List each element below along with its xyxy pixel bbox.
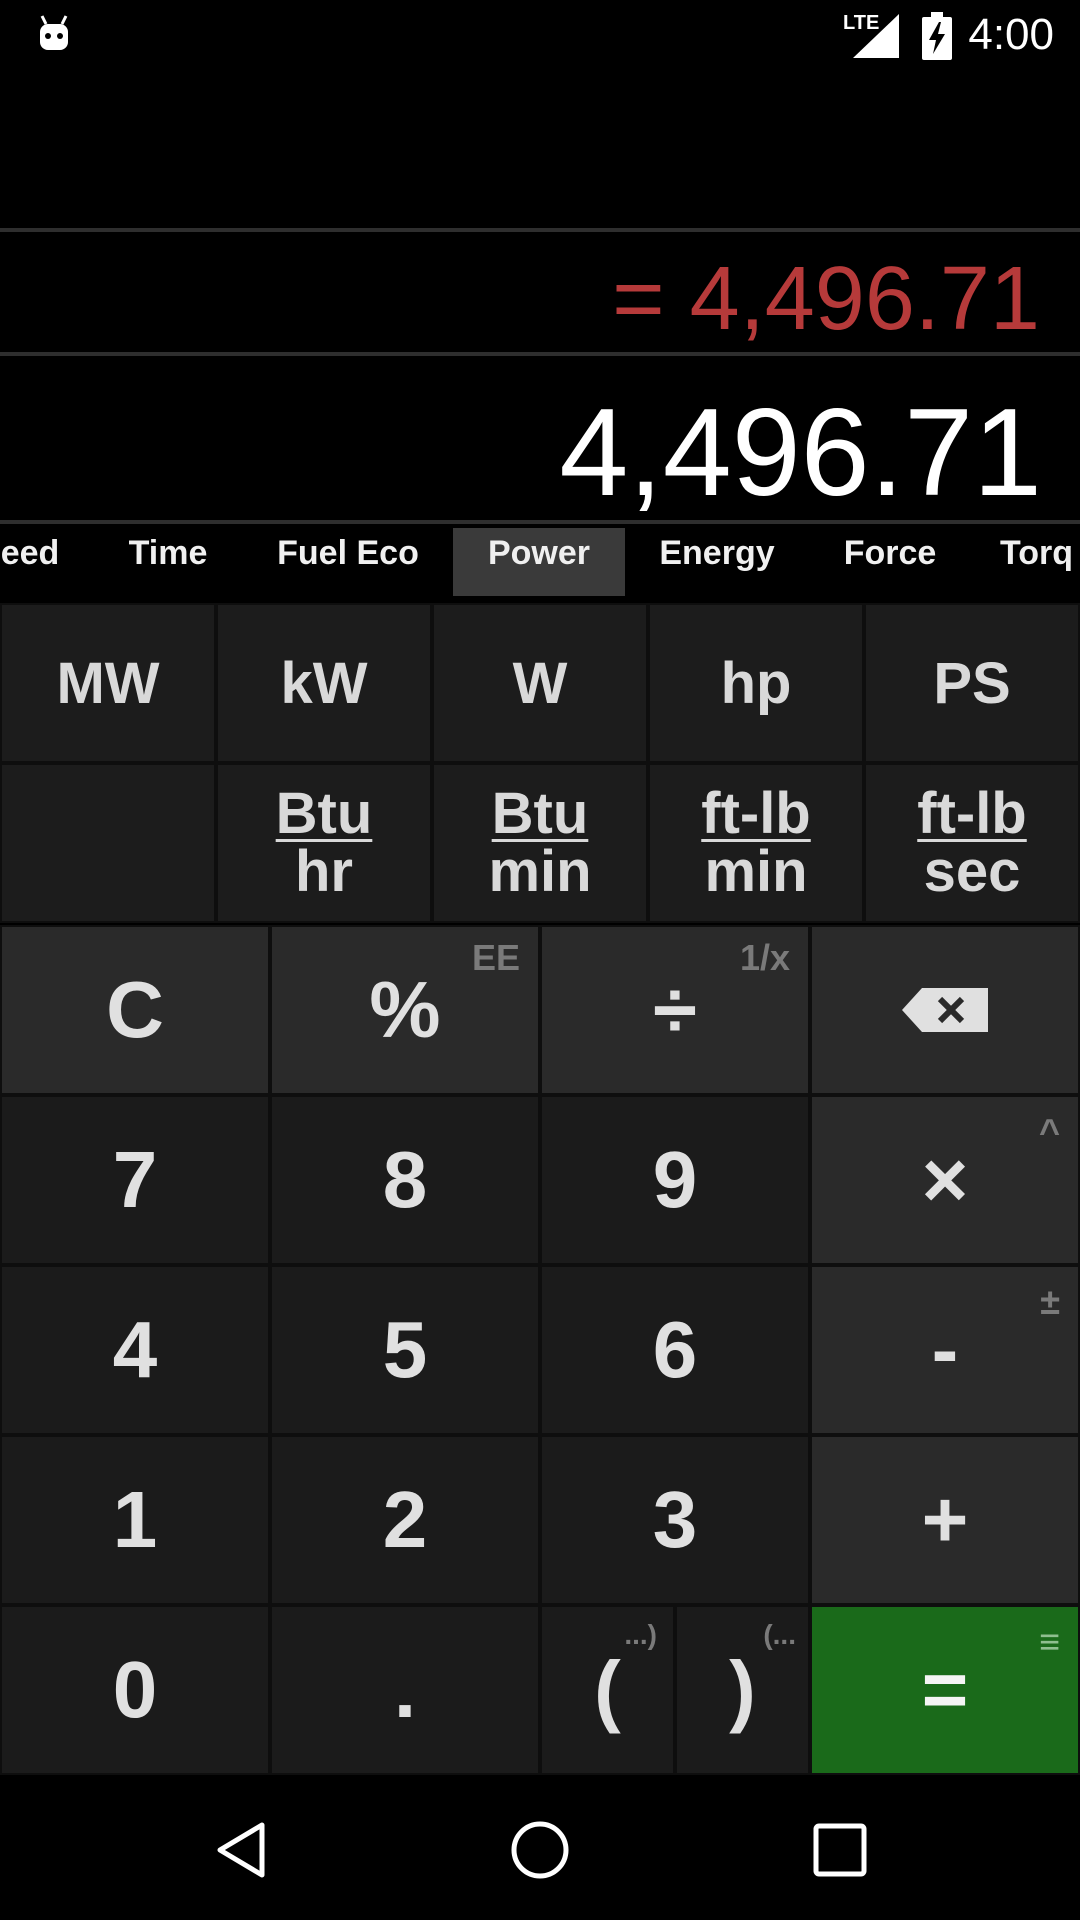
digit-1-button[interactable]: 1 xyxy=(0,1435,270,1605)
tab-time[interactable]: Time xyxy=(110,528,226,596)
divide-label: ÷ xyxy=(653,965,697,1054)
unit-numerator: Btu xyxy=(491,781,589,846)
decimal-point-button[interactable]: . xyxy=(270,1605,540,1775)
tab-energy[interactable]: Energy xyxy=(650,528,784,596)
unit-numerator: ft-lb xyxy=(917,781,1027,846)
battery-charging-icon xyxy=(922,12,952,60)
unit-denominator: hr xyxy=(295,839,353,904)
tab-fuel-economy[interactable]: Fuel Eco xyxy=(268,528,428,596)
digit-7-button[interactable]: 7 xyxy=(0,1095,270,1265)
close-parenthesis-sublabel: (... xyxy=(763,1619,796,1650)
close-parenthesis-button[interactable]: ) (... xyxy=(675,1605,810,1775)
tab-speed[interactable]: eed xyxy=(0,528,70,596)
android-notification-icon xyxy=(40,15,68,50)
home-icon[interactable] xyxy=(510,1820,570,1880)
display-divider-middle xyxy=(0,352,1080,356)
equals-label: = xyxy=(921,1645,969,1734)
unit-empty-slot xyxy=(0,763,216,923)
open-parenthesis-button[interactable]: ( ...) xyxy=(540,1605,675,1775)
open-parenthesis-sublabel: ...) xyxy=(624,1619,657,1650)
unit-ftlb-min-button[interactable]: ft-lb min xyxy=(648,763,864,923)
percent-button[interactable]: % EE xyxy=(270,925,540,1095)
unit-btu-hr-button[interactable]: Btu hr xyxy=(216,763,432,923)
reciprocal-sublabel: 1/x xyxy=(739,937,790,978)
unit-mw-button[interactable]: MW xyxy=(0,603,216,763)
unit-btu-min-button[interactable]: Btu min xyxy=(432,763,648,923)
status-bar: LTE 4:00 xyxy=(0,0,1080,72)
expression-display: = 4,496.71 xyxy=(612,249,1040,349)
plus-button[interactable]: + xyxy=(810,1435,1080,1605)
unit-denominator: min xyxy=(488,839,592,904)
recents-icon[interactable] xyxy=(812,1822,868,1878)
unit-w-button[interactable]: W xyxy=(432,603,648,763)
digit-9-button[interactable]: 9 xyxy=(540,1095,810,1265)
category-tabs: eed Time Fuel Eco Power Energy Force Tor… xyxy=(0,528,1080,596)
digit-0-button[interactable]: 0 xyxy=(0,1605,270,1775)
multiply-button[interactable]: × ^ xyxy=(810,1095,1080,1265)
clock: 4:00 xyxy=(968,10,1054,59)
result-display: 4,496.71 xyxy=(559,384,1042,522)
backspace-icon xyxy=(902,988,988,1032)
unit-grid: MW kW W hp PS Btu hr Btu min ft-lb min f… xyxy=(0,603,1080,923)
signal-icon xyxy=(853,14,899,58)
unit-hp-button[interactable]: hp xyxy=(648,603,864,763)
history-sublabel: ≡ xyxy=(1038,1621,1060,1662)
unit-kw-button[interactable]: kW xyxy=(216,603,432,763)
display-divider-top xyxy=(0,228,1080,232)
keypad: C % EE ÷ 1/x 7 8 9 × ^ 4 5 6 - ± 1 2 3 +… xyxy=(0,925,1080,1775)
digit-5-button[interactable]: 5 xyxy=(270,1265,540,1435)
divide-button[interactable]: ÷ 1/x xyxy=(540,925,810,1095)
back-icon[interactable] xyxy=(212,1820,272,1880)
unit-denominator: sec xyxy=(923,839,1021,904)
unit-denominator: min xyxy=(704,839,808,904)
display-divider-bottom xyxy=(0,520,1080,524)
digit-4-button[interactable]: 4 xyxy=(0,1265,270,1435)
power-sublabel: ^ xyxy=(1038,1111,1060,1152)
open-parenthesis-label: ( xyxy=(594,1645,621,1734)
tab-torque[interactable]: Torq xyxy=(1000,528,1080,596)
unit-ps-button[interactable]: PS xyxy=(864,603,1080,763)
close-parenthesis-label: ) xyxy=(729,1645,756,1734)
digit-2-button[interactable]: 2 xyxy=(270,1435,540,1605)
minus-button[interactable]: - ± xyxy=(810,1265,1080,1435)
unit-numerator: Btu xyxy=(275,781,373,846)
clear-button[interactable]: C xyxy=(0,925,270,1095)
digit-6-button[interactable]: 6 xyxy=(540,1265,810,1435)
ee-sublabel: EE xyxy=(471,937,520,978)
unit-numerator: ft-lb xyxy=(701,781,811,846)
backspace-button[interactable] xyxy=(810,925,1080,1095)
negate-sublabel: ± xyxy=(1040,1281,1060,1322)
tab-power[interactable]: Power xyxy=(453,528,625,596)
digit-8-button[interactable]: 8 xyxy=(270,1095,540,1265)
minus-label: - xyxy=(931,1305,959,1394)
unit-ftlb-sec-button[interactable]: ft-lb sec xyxy=(864,763,1080,923)
percent-label: % xyxy=(369,965,441,1054)
navigation-bar xyxy=(0,1776,1080,1920)
equals-button[interactable]: = ≡ xyxy=(810,1605,1080,1775)
multiply-label: × xyxy=(921,1135,969,1224)
digit-3-button[interactable]: 3 xyxy=(540,1435,810,1605)
tab-force[interactable]: Force xyxy=(830,528,950,596)
